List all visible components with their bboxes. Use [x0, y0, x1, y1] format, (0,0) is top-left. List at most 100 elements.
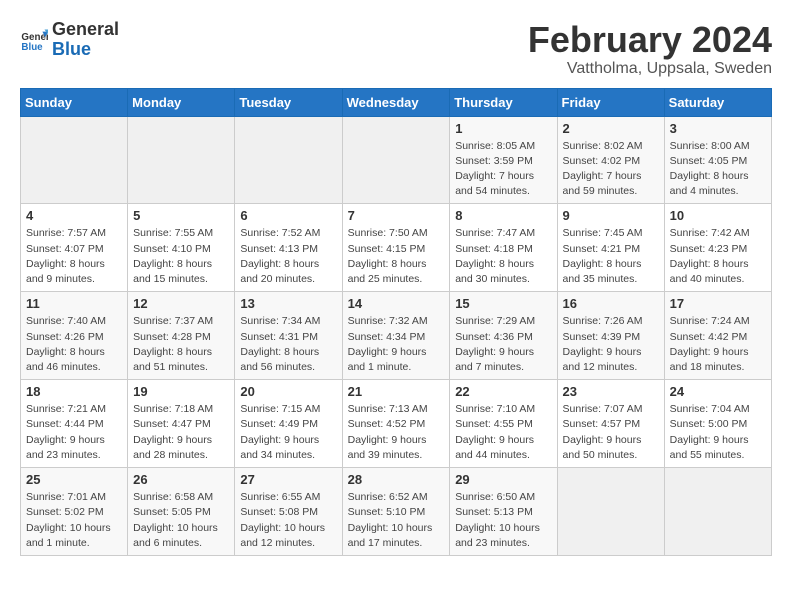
day-number: 2 [563, 121, 659, 136]
day-info: Sunrise: 7:55 AM Sunset: 4:10 PM Dayligh… [133, 226, 229, 287]
day-number: 28 [348, 472, 445, 487]
calendar-cell [235, 116, 342, 204]
day-info: Sunrise: 7:45 AM Sunset: 4:21 PM Dayligh… [563, 226, 659, 287]
day-number: 22 [455, 384, 551, 399]
calendar-cell: 15 Sunrise: 7:29 AM Sunset: 4:36 PM Dayli… [450, 292, 557, 380]
calendar-cell: 14 Sunrise: 7:32 AM Sunset: 4:34 PM Dayli… [342, 292, 450, 380]
day-info: Sunrise: 7:40 AM Sunset: 4:26 PM Dayligh… [26, 314, 122, 375]
day-number: 14 [348, 296, 445, 311]
calendar-cell: 29Sunrise: 6:50 AM Sunset: 5:13 PM Dayli… [450, 468, 557, 556]
calendar-week-row: 18 Sunrise: 7:21 AM Sunset: 4:44 PM Dayli… [21, 380, 772, 468]
calendar-cell: 2Sunrise: 8:02 AM Sunset: 4:02 PM Daylig… [557, 116, 664, 204]
calendar-cell: 9 Sunrise: 7:45 AM Sunset: 4:21 PM Daylig… [557, 204, 664, 292]
calendar-cell: 22 Sunrise: 7:10 AM Sunset: 4:55 PM Dayli… [450, 380, 557, 468]
calendar-cell [557, 468, 664, 556]
day-number: 24 [670, 384, 766, 399]
calendar-cell: 10 Sunrise: 7:42 AM Sunset: 4:23 PM Dayli… [664, 204, 771, 292]
day-info: Sunrise: 7:29 AM Sunset: 4:36 PM Dayligh… [455, 314, 551, 375]
day-number: 20 [240, 384, 336, 399]
calendar-cell: 28 Sunrise: 6:52 AM Sunset: 5:10 PM Dayli… [342, 468, 450, 556]
calendar-header-row: SundayMondayTuesdayWednesdayThursdayFrid… [21, 88, 772, 116]
day-number: 16 [563, 296, 659, 311]
day-number: 7 [348, 208, 445, 223]
logo-text: General Blue [52, 20, 119, 60]
title-block: February 2024 Vattholma, Uppsala, Sweden [528, 20, 772, 78]
calendar-cell: 21 Sunrise: 7:13 AM Sunset: 4:52 PM Dayli… [342, 380, 450, 468]
day-info: Sunrise: 7:24 AM Sunset: 4:42 PM Dayligh… [670, 314, 766, 375]
calendar-week-row: 11 Sunrise: 7:40 AM Sunset: 4:26 PM Dayli… [21, 292, 772, 380]
weekday-header: Thursday [450, 88, 557, 116]
weekday-header: Saturday [664, 88, 771, 116]
day-info: Sunrise: 6:55 AM Sunset: 5:08 PM Dayligh… [240, 490, 336, 551]
day-info: Sunrise: 7:07 AM Sunset: 4:57 PM Dayligh… [563, 402, 659, 463]
day-info: Sunrise: 7:52 AM Sunset: 4:13 PM Dayligh… [240, 226, 336, 287]
day-number: 17 [670, 296, 766, 311]
calendar-cell: 26Sunrise: 6:58 AM Sunset: 5:05 PM Dayli… [128, 468, 235, 556]
day-info: Sunrise: 7:01 AM Sunset: 5:02 PM Dayligh… [26, 490, 122, 551]
day-number: 1 [455, 121, 551, 136]
day-info: Sunrise: 8:00 AM Sunset: 4:05 PM Dayligh… [670, 139, 766, 200]
day-number: 26 [133, 472, 229, 487]
calendar-cell: 20 Sunrise: 7:15 AM Sunset: 4:49 PM Dayli… [235, 380, 342, 468]
day-info: Sunrise: 7:26 AM Sunset: 4:39 PM Dayligh… [563, 314, 659, 375]
day-info: Sunrise: 7:10 AM Sunset: 4:55 PM Dayligh… [455, 402, 551, 463]
calendar-cell: 11 Sunrise: 7:40 AM Sunset: 4:26 PM Dayli… [21, 292, 128, 380]
weekday-header: Wednesday [342, 88, 450, 116]
day-info: Sunrise: 7:13 AM Sunset: 4:52 PM Dayligh… [348, 402, 445, 463]
day-number: 21 [348, 384, 445, 399]
calendar-cell: 16 Sunrise: 7:26 AM Sunset: 4:39 PM Dayli… [557, 292, 664, 380]
weekday-header: Monday [128, 88, 235, 116]
calendar-week-row: 1Sunrise: 8:05 AM Sunset: 3:59 PM Daylig… [21, 116, 772, 204]
day-info: Sunrise: 6:52 AM Sunset: 5:10 PM Dayligh… [348, 490, 445, 551]
day-info: Sunrise: 7:21 AM Sunset: 4:44 PM Dayligh… [26, 402, 122, 463]
location: Vattholma, Uppsala, Sweden [528, 60, 772, 78]
day-number: 10 [670, 208, 766, 223]
calendar-cell: 17 Sunrise: 7:24 AM Sunset: 4:42 PM Dayli… [664, 292, 771, 380]
day-number: 25 [26, 472, 122, 487]
logo-icon: General Blue [20, 26, 48, 54]
weekday-header: Friday [557, 88, 664, 116]
calendar-week-row: 25 Sunrise: 7:01 AM Sunset: 5:02 PM Dayli… [21, 468, 772, 556]
day-number: 9 [563, 208, 659, 223]
calendar-cell: 3 Sunrise: 8:00 AM Sunset: 4:05 PM Daylig… [664, 116, 771, 204]
calendar-cell: 27Sunrise: 6:55 AM Sunset: 5:08 PM Dayli… [235, 468, 342, 556]
calendar-table: SundayMondayTuesdayWednesdayThursdayFrid… [20, 88, 772, 556]
day-info: Sunrise: 6:50 AM Sunset: 5:13 PM Dayligh… [455, 490, 551, 551]
day-info: Sunrise: 7:50 AM Sunset: 4:15 PM Dayligh… [348, 226, 445, 287]
day-info: Sunrise: 7:34 AM Sunset: 4:31 PM Dayligh… [240, 314, 336, 375]
day-number: 11 [26, 296, 122, 311]
day-number: 18 [26, 384, 122, 399]
calendar-cell [664, 468, 771, 556]
calendar-cell: 12 Sunrise: 7:37 AM Sunset: 4:28 PM Dayli… [128, 292, 235, 380]
logo: General Blue General Blue [20, 20, 119, 60]
calendar-cell: 6 Sunrise: 7:52 AM Sunset: 4:13 PM Daylig… [235, 204, 342, 292]
weekday-header: Sunday [21, 88, 128, 116]
day-info: Sunrise: 7:32 AM Sunset: 4:34 PM Dayligh… [348, 314, 445, 375]
calendar-cell: 1Sunrise: 8:05 AM Sunset: 3:59 PM Daylig… [450, 116, 557, 204]
day-info: Sunrise: 7:18 AM Sunset: 4:47 PM Dayligh… [133, 402, 229, 463]
day-info: Sunrise: 7:57 AM Sunset: 4:07 PM Dayligh… [26, 226, 122, 287]
calendar-cell [128, 116, 235, 204]
day-number: 13 [240, 296, 336, 311]
day-number: 15 [455, 296, 551, 311]
calendar-cell: 18 Sunrise: 7:21 AM Sunset: 4:44 PM Dayli… [21, 380, 128, 468]
calendar-cell: 7 Sunrise: 7:50 AM Sunset: 4:15 PM Daylig… [342, 204, 450, 292]
day-number: 3 [670, 121, 766, 136]
day-number: 12 [133, 296, 229, 311]
calendar-cell: 8 Sunrise: 7:47 AM Sunset: 4:18 PM Daylig… [450, 204, 557, 292]
day-number: 6 [240, 208, 336, 223]
day-info: Sunrise: 7:15 AM Sunset: 4:49 PM Dayligh… [240, 402, 336, 463]
weekday-header: Tuesday [235, 88, 342, 116]
calendar-cell: 19Sunrise: 7:18 AM Sunset: 4:47 PM Dayli… [128, 380, 235, 468]
day-info: Sunrise: 7:47 AM Sunset: 4:18 PM Dayligh… [455, 226, 551, 287]
calendar-cell: 24 Sunrise: 7:04 AM Sunset: 5:00 PM Dayli… [664, 380, 771, 468]
calendar-cell: 13 Sunrise: 7:34 AM Sunset: 4:31 PM Dayli… [235, 292, 342, 380]
day-info: Sunrise: 7:04 AM Sunset: 5:00 PM Dayligh… [670, 402, 766, 463]
day-info: Sunrise: 7:42 AM Sunset: 4:23 PM Dayligh… [670, 226, 766, 287]
day-info: Sunrise: 7:37 AM Sunset: 4:28 PM Dayligh… [133, 314, 229, 375]
calendar-cell: 25 Sunrise: 7:01 AM Sunset: 5:02 PM Dayli… [21, 468, 128, 556]
calendar-cell [21, 116, 128, 204]
calendar-cell: 5Sunrise: 7:55 AM Sunset: 4:10 PM Daylig… [128, 204, 235, 292]
day-number: 8 [455, 208, 551, 223]
calendar-week-row: 4Sunrise: 7:57 AM Sunset: 4:07 PM Daylig… [21, 204, 772, 292]
